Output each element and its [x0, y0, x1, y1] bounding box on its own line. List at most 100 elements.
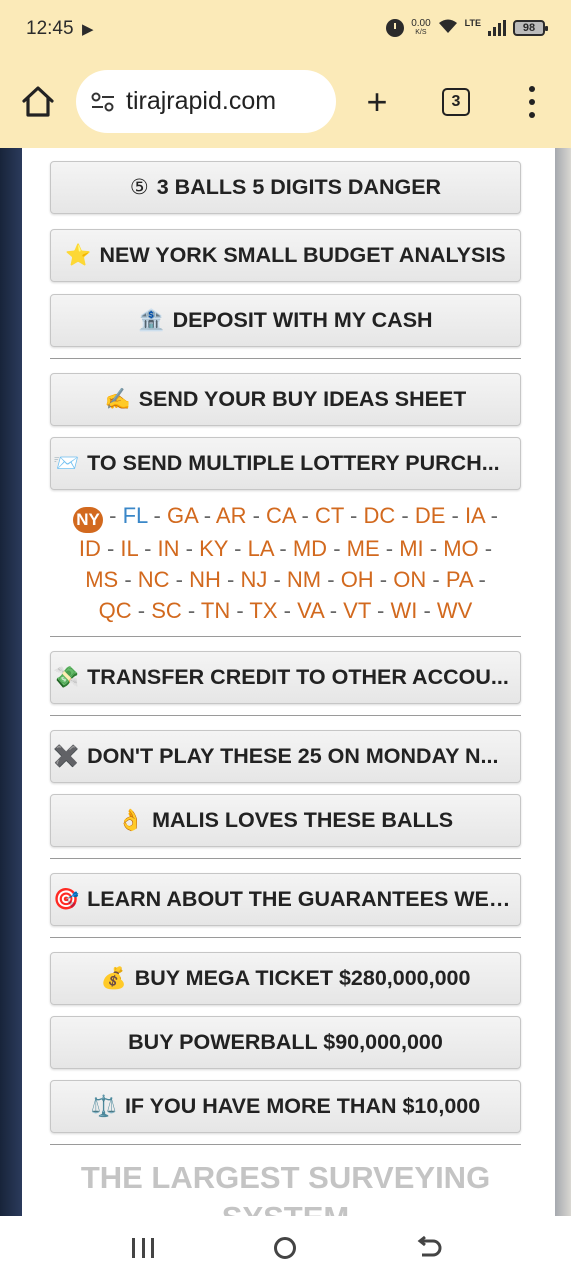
- state-link[interactable]: QC: [99, 598, 132, 623]
- state-link[interactable]: MO: [443, 536, 478, 561]
- recent-apps-icon[interactable]: [132, 1238, 154, 1258]
- back-icon[interactable]: [414, 1235, 444, 1263]
- cross-icon: ✖️: [53, 744, 80, 768]
- page-background-left: [0, 148, 22, 1216]
- state-link[interactable]: ME: [347, 536, 380, 561]
- state-link[interactable]: TX: [249, 598, 277, 623]
- buy-mega-ticket-button[interactable]: 💰 BUY MEGA TICKET $280,000,000: [50, 952, 521, 1005]
- bank-icon: 🏦: [138, 308, 165, 332]
- divider: [50, 858, 521, 859]
- url-text: tirajrapid.com: [126, 87, 277, 115]
- guarantees-button[interactable]: 🎯 LEARN ABOUT THE GUARANTEES WE ...: [50, 873, 521, 926]
- state-link[interactable]: AR: [216, 503, 247, 528]
- site-settings-icon[interactable]: [90, 91, 116, 113]
- button-label: 3 BALLS 5 DIGITS DANGER: [156, 175, 442, 199]
- deposit-cash-button[interactable]: 🏦 DEPOSIT WITH MY CASH: [50, 294, 521, 347]
- divider: [50, 636, 521, 637]
- state-link-ny[interactable]: NY: [73, 507, 104, 533]
- browser-chrome: 12:45 ▶ 0.00 K/S LTE 98 tirajrapid.com +…: [0, 0, 571, 148]
- divider: [50, 937, 521, 938]
- state-link[interactable]: DE: [415, 503, 446, 528]
- more-than-10000-button[interactable]: ⚖️ IF YOU HAVE MORE THAN $10,000: [50, 1080, 521, 1133]
- button-label: NEW YORK SMALL BUDGET ANALYSIS: [99, 243, 506, 267]
- status-icons: 0.00 K/S LTE 98: [386, 14, 548, 42]
- state-links: NY - FL - GA - AR - CA - CT - DC - DE - …: [50, 500, 521, 626]
- button-label: DON'T PLAY THESE 25 ON MONDAY N...: [87, 744, 499, 768]
- state-link[interactable]: NJ: [240, 567, 267, 592]
- button-label: SEND YOUR BUY IDEAS SHEET: [138, 387, 467, 411]
- state-link[interactable]: ID: [79, 536, 101, 561]
- state-link[interactable]: GA: [167, 503, 198, 528]
- network-type: LTE: [464, 18, 481, 28]
- alarm-icon: [386, 19, 405, 37]
- star-icon: ⭐: [65, 243, 92, 267]
- state-link[interactable]: FL: [123, 503, 148, 528]
- state-link[interactable]: IL: [120, 536, 138, 561]
- state-link[interactable]: MI: [399, 536, 423, 561]
- state-link[interactable]: KY: [199, 536, 228, 561]
- button-label: LEARN ABOUT THE GUARANTEES WE ...: [87, 887, 512, 911]
- network-speed: 0.00 K/S: [411, 19, 430, 37]
- dont-play-button[interactable]: ✖️ DON'T PLAY THESE 25 ON MONDAY N...: [50, 730, 521, 783]
- ok-hand-icon: 👌: [117, 808, 145, 832]
- tab-switcher-button[interactable]: 3: [442, 88, 470, 116]
- state-link[interactable]: SC: [151, 598, 182, 623]
- state-link[interactable]: IA: [465, 503, 485, 528]
- button-label: MALIS LOVES THESE BALLS: [152, 808, 454, 832]
- money-bag-icon: 💰: [100, 966, 127, 990]
- media-play-icon: ▶: [82, 21, 94, 38]
- divider: [50, 1144, 521, 1145]
- home-circle-icon[interactable]: [274, 1237, 296, 1259]
- state-link[interactable]: IN: [158, 536, 180, 561]
- address-bar[interactable]: tirajrapid.com: [76, 70, 336, 133]
- page-content: ⑤ 3 BALLS 5 DIGITS DANGER ⭐ NEW YORK SMA…: [22, 148, 555, 1216]
- state-link[interactable]: VA: [297, 598, 324, 623]
- button-label: TO SEND MULTIPLE LOTTERY PURCH...: [87, 451, 500, 475]
- home-icon[interactable]: [18, 82, 58, 122]
- ny-budget-analysis-button[interactable]: ⭐ NEW YORK SMALL BUDGET ANALYSIS: [50, 229, 521, 282]
- state-link[interactable]: ON: [393, 567, 426, 592]
- state-link[interactable]: OH: [341, 567, 374, 592]
- state-link[interactable]: VT: [343, 598, 371, 623]
- state-link[interactable]: MS: [85, 567, 118, 592]
- button-label: TRANSFER CREDIT TO OTHER ACCOU...: [87, 665, 509, 689]
- network-speed-unit: K/S: [415, 29, 427, 36]
- tab-count: 3: [451, 93, 461, 110]
- state-link[interactable]: CA: [266, 503, 295, 528]
- divider: [50, 358, 521, 359]
- malis-balls-button[interactable]: 👌 MALIS LOVES THESE BALLS: [50, 794, 521, 847]
- section-heading: THE LARGEST SURVEYING SYSTEM: [80, 1160, 491, 1216]
- transfer-credit-button[interactable]: 💸 TRANSFER CREDIT TO OTHER ACCOU...: [50, 651, 521, 704]
- three-balls-button[interactable]: ⑤ 3 BALLS 5 DIGITS DANGER: [50, 161, 521, 214]
- state-link[interactable]: WI: [390, 598, 417, 623]
- system-navigation-bar: [0, 1216, 571, 1280]
- send-ideas-sheet-button[interactable]: ✍️ SEND YOUR BUY IDEAS SHEET: [50, 373, 521, 426]
- page-viewport[interactable]: ⑤ 3 BALLS 5 DIGITS DANGER ⭐ NEW YORK SMA…: [0, 148, 571, 1216]
- network-speed-value: 0.00: [411, 18, 431, 29]
- state-link[interactable]: NC: [138, 567, 170, 592]
- writing-hand-icon: ✍️: [104, 387, 131, 411]
- wifi-icon: [438, 18, 458, 39]
- state-link[interactable]: TN: [201, 598, 230, 623]
- button-label: IF YOU HAVE MORE THAN $10,000: [124, 1094, 481, 1118]
- state-link[interactable]: DC: [363, 503, 395, 528]
- divider: [50, 715, 521, 716]
- buy-powerball-button[interactable]: BUY POWERBALL $90,000,000: [50, 1016, 521, 1069]
- new-tab-button[interactable]: +: [360, 82, 394, 122]
- state-link[interactable]: MD: [293, 536, 327, 561]
- state-link[interactable]: CT: [315, 503, 344, 528]
- status-time: 12:45: [26, 18, 74, 39]
- state-link[interactable]: PA: [446, 567, 473, 592]
- button-label: DEPOSIT WITH MY CASH: [172, 308, 433, 332]
- button-label: BUY MEGA TICKET $280,000,000: [134, 966, 471, 990]
- state-link[interactable]: NH: [189, 567, 221, 592]
- state-link[interactable]: LA: [248, 536, 274, 561]
- state-link[interactable]: WV: [437, 598, 472, 623]
- battery-icon: 98: [513, 20, 548, 36]
- overflow-menu-icon[interactable]: [522, 86, 542, 118]
- signal-icon: [488, 20, 506, 36]
- send-multiple-purchases-button[interactable]: 📨 TO SEND MULTIPLE LOTTERY PURCH...: [50, 437, 521, 490]
- battery-level: 98: [522, 22, 536, 34]
- scales-icon: ⚖️: [90, 1094, 117, 1118]
- state-link[interactable]: NM: [287, 567, 321, 592]
